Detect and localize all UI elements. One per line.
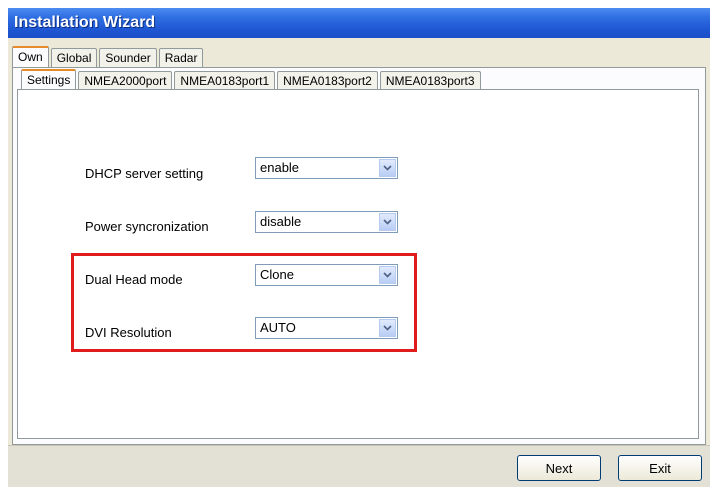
power-sync-label: Power syncronization	[85, 219, 209, 234]
dual-head-label: Dual Head mode	[85, 272, 183, 287]
dhcp-server-value: enable	[260, 160, 300, 175]
tab-nmea0183port2[interactable]: NMEA0183port2	[277, 71, 378, 90]
tab-settings[interactable]: Settings	[21, 69, 77, 90]
dvi-resolution-select[interactable]: AUTO	[255, 317, 398, 339]
tab-nmea0183port1[interactable]: NMEA0183port1	[174, 71, 276, 90]
tab-nmea2000port[interactable]: NMEA2000port	[78, 71, 173, 90]
power-sync-select[interactable]: disable	[255, 211, 398, 233]
outer-tab-bar: Own Global Sounder Radar	[12, 46, 205, 67]
chevron-down-icon[interactable]	[379, 213, 396, 231]
dhcp-server-select[interactable]: enable	[255, 157, 398, 179]
installation-wizard-window: Installation Wizard Own Global Sounder R…	[8, 8, 710, 487]
window-title: Installation Wizard	[8, 8, 710, 38]
dual-head-select[interactable]: Clone	[255, 264, 398, 286]
settings-panel: DHCP server setting enable Power syncron…	[17, 89, 699, 439]
tab-own[interactable]: Own	[12, 46, 49, 67]
tab-radar[interactable]: Radar	[158, 48, 204, 67]
inner-tab-bar: Settings NMEA2000port NMEA0183port1 NMEA…	[21, 69, 483, 90]
next-button[interactable]: Next	[517, 455, 601, 481]
own-tab-panel: Settings NMEA2000port NMEA0183port1 NMEA…	[12, 67, 706, 445]
chevron-down-icon[interactable]	[379, 266, 396, 284]
dual-head-value: Clone	[260, 267, 294, 282]
button-bar: Next Exit	[8, 445, 710, 487]
dvi-resolution-value: AUTO	[260, 320, 296, 335]
power-sync-value: disable	[260, 214, 302, 229]
chevron-down-icon[interactable]	[379, 319, 396, 337]
tab-sounder[interactable]: Sounder	[99, 48, 157, 67]
dvi-resolution-label: DVI Resolution	[85, 325, 172, 340]
exit-button[interactable]: Exit	[618, 455, 702, 481]
tab-global[interactable]: Global	[50, 48, 98, 67]
chevron-down-icon[interactable]	[379, 159, 396, 177]
dhcp-server-label: DHCP server setting	[85, 166, 204, 181]
tab-nmea0183port3[interactable]: NMEA0183port3	[379, 71, 481, 90]
